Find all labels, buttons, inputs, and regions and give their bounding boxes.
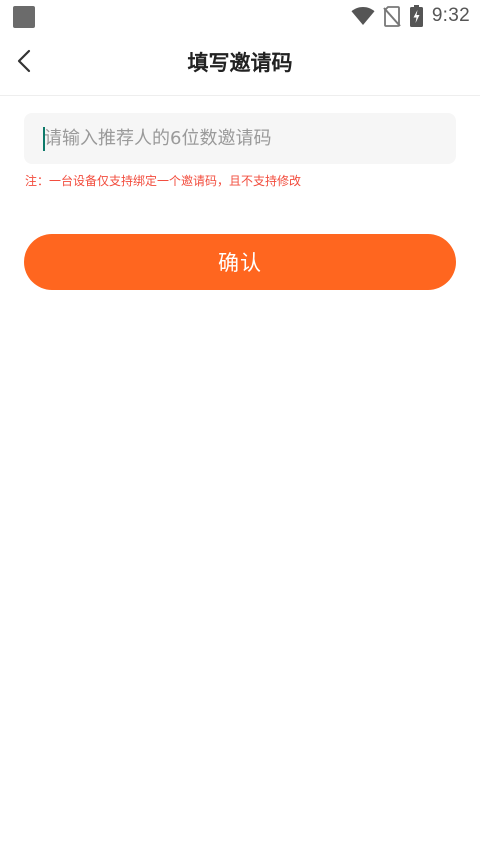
invite-code-screen: 9:32 填写邀请码 注：一台设备仅支持绑定一个邀请码，且不支持修改 确认	[0, 0, 480, 853]
status-bar: 9:32	[0, 0, 480, 32]
battery-charging-icon	[409, 5, 423, 27]
app-notification-icon	[13, 6, 35, 28]
confirm-button-label: 确认	[218, 251, 262, 275]
header: 填写邀请码	[0, 32, 480, 96]
binding-note: 注：一台设备仅支持绑定一个邀请码，且不支持修改	[25, 174, 302, 188]
confirm-button[interactable]: 确认	[24, 234, 456, 290]
text-cursor	[43, 127, 45, 151]
page-title: 填写邀请码	[187, 51, 293, 75]
no-sim-icon	[383, 5, 401, 27]
wifi-icon	[351, 6, 375, 26]
status-icons: 9:32	[351, 3, 470, 29]
status-time: 9:32	[431, 5, 470, 26]
invite-code-input[interactable]	[44, 113, 444, 164]
invite-code-field[interactable]	[24, 113, 456, 164]
